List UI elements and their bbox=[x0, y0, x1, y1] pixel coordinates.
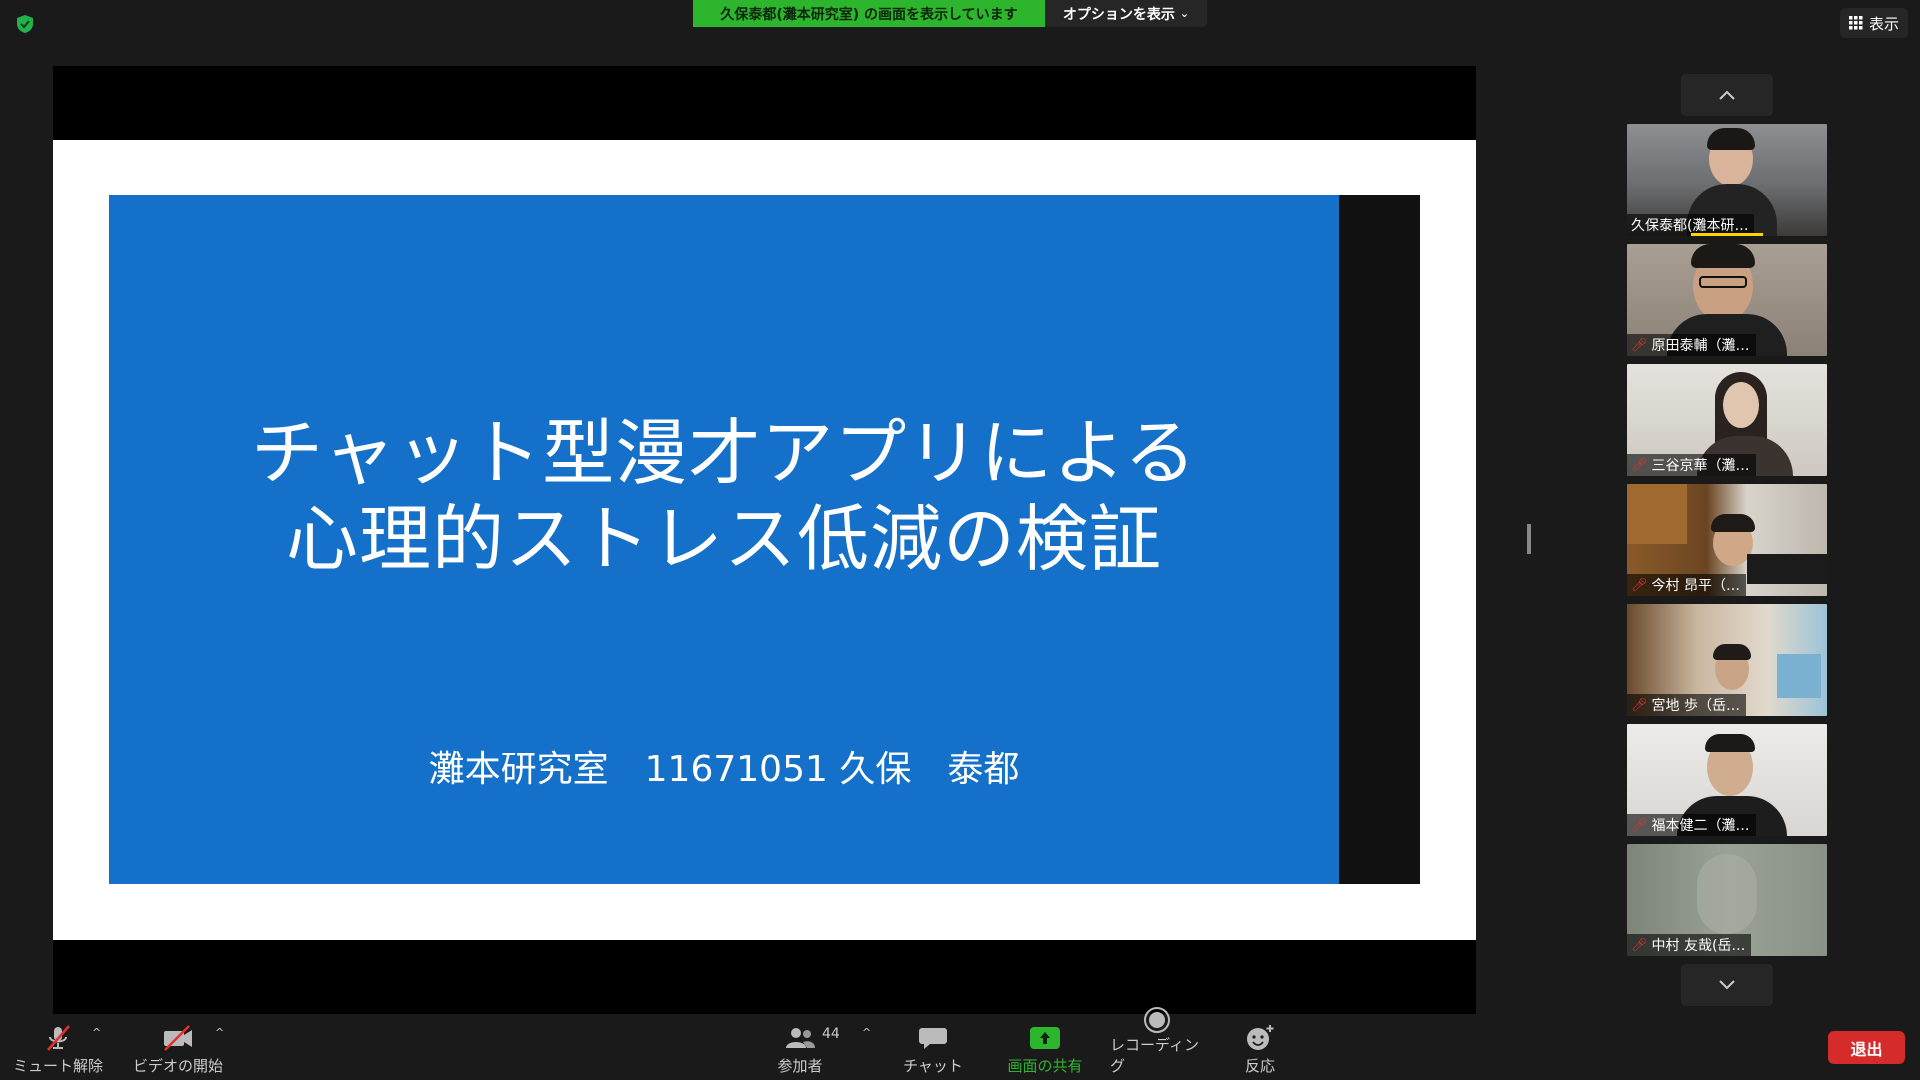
participants-count: 44 bbox=[822, 1026, 840, 1042]
muted-mic-icon: 🎤︎ bbox=[1631, 817, 1648, 833]
share-banner-text: 久保泰都(灘本研究室) の画面を表示しています bbox=[720, 6, 1018, 23]
record-button[interactable]: レコーディング bbox=[1110, 1007, 1204, 1080]
slide-page: チャット型漫才アプリによる 心理的ストレス低減の検証 灘本研究室 1167105… bbox=[53, 140, 1476, 940]
start-video-label: ビデオの開始 bbox=[132, 1057, 223, 1075]
reactions-label: 反応 bbox=[1244, 1057, 1275, 1075]
participant-name: 福本健二（灘… bbox=[1651, 818, 1750, 834]
participant-nameplate: 🎤︎ 三谷京華（灘… bbox=[1627, 454, 1756, 476]
participant-name: 中村 友哉(岳… bbox=[1651, 938, 1746, 954]
video-options-caret[interactable]: ^ bbox=[215, 1026, 224, 1039]
muted-mic-icon: 🎤︎ bbox=[1631, 697, 1648, 713]
chevron-down-icon bbox=[1719, 980, 1735, 990]
participant-name: 今村 昂平（… bbox=[1651, 578, 1740, 594]
scroll-down-button[interactable] bbox=[1681, 964, 1773, 1006]
view-layout-label: 表示 bbox=[1868, 14, 1899, 33]
unmute-label: ミュート解除 bbox=[12, 1057, 103, 1075]
participant-name: 三谷京華（灘… bbox=[1651, 458, 1750, 474]
grid-icon bbox=[1848, 16, 1863, 30]
participant-tile-3[interactable]: 🎤︎ 三谷京華（灘… bbox=[1627, 364, 1827, 476]
muted-mic-icon: 🎤︎ bbox=[1631, 577, 1648, 593]
unmute-button[interactable]: ミュート解除 bbox=[10, 1014, 106, 1080]
record-icon bbox=[1144, 1007, 1170, 1033]
view-layout-button[interactable]: 表示 bbox=[1840, 8, 1908, 38]
view-options-label: オプションを表示 bbox=[1062, 6, 1175, 23]
participant-name: 宮地 歩（岳… bbox=[1651, 698, 1740, 714]
participant-nameplate: 🎤︎ 福本健二（灘… bbox=[1627, 814, 1756, 836]
participants-options-caret[interactable]: ^ bbox=[862, 1026, 871, 1039]
muted-microphone-icon bbox=[47, 1025, 70, 1051]
participant-name: 久保泰都(灘本研… bbox=[1631, 218, 1749, 234]
participant-nameplate: 🎤︎ 宮地 歩（岳… bbox=[1627, 694, 1746, 716]
participant-tile-5[interactable]: 🎤︎ 宮地 歩（岳… bbox=[1627, 604, 1827, 716]
slide-title-line-2: 心理的ストレス低減の検証 bbox=[285, 497, 1162, 581]
add-reaction-icon bbox=[1247, 1025, 1274, 1050]
chat-button[interactable]: チャット bbox=[900, 1014, 966, 1080]
video-off-icon bbox=[164, 1025, 192, 1051]
speaking-indicator bbox=[1691, 233, 1763, 236]
share-screen-label: 画面の共有 bbox=[1007, 1057, 1083, 1075]
participant-tile-4[interactable]: 🎤︎ 今村 昂平（… bbox=[1627, 484, 1827, 596]
participant-tile-1[interactable]: 久保泰都(灘本研… bbox=[1627, 124, 1827, 236]
security-shield-icon[interactable] bbox=[14, 13, 36, 35]
view-options-button[interactable]: オプションを表示 ⌄ bbox=[1045, 0, 1207, 27]
share-screen-icon bbox=[1030, 1027, 1060, 1049]
participants-icon bbox=[786, 1028, 815, 1048]
chevron-up-icon bbox=[1719, 90, 1735, 100]
scroll-up-button[interactable] bbox=[1681, 74, 1773, 116]
participants-label: 参加者 bbox=[777, 1057, 823, 1075]
chat-label: チャット bbox=[903, 1057, 963, 1075]
participant-nameplate: 🎤︎ 今村 昂平（… bbox=[1627, 574, 1746, 596]
panel-resize-handle[interactable] bbox=[1527, 524, 1531, 554]
slide-title-line-1: チャット型漫才アプリによる bbox=[250, 411, 1198, 495]
participant-tile-6[interactable]: 🎤︎ 福本健二（灘… bbox=[1627, 724, 1827, 836]
meeting-toolbar: ミュート解除 ^ ビデオの開始 ^ 参加者 44 ^ チャット 画面の共有 レコ… bbox=[0, 1007, 1920, 1080]
share-screen-button[interactable]: 画面の共有 bbox=[1000, 1014, 1090, 1080]
shared-screen: チャット型漫才アプリによる 心理的ストレス低減の検証 灘本研究室 1167105… bbox=[53, 66, 1476, 1014]
participant-nameplate: 🎤︎ 原田泰輔（灘… bbox=[1627, 334, 1756, 356]
participant-nameplate: 🎤︎ 中村 友哉(岳… bbox=[1627, 934, 1752, 956]
participant-name: 原田泰輔（灘… bbox=[1651, 338, 1750, 354]
muted-mic-icon: 🎤︎ bbox=[1631, 337, 1648, 353]
leave-meeting-button[interactable]: 退出 bbox=[1828, 1031, 1905, 1064]
slide-author: 灘本研究室 11671051 久保 泰都 bbox=[428, 749, 1020, 790]
leave-label: 退出 bbox=[1850, 1039, 1883, 1059]
chevron-down-icon: ⌄ bbox=[1179, 7, 1190, 20]
participant-tile-2[interactable]: 🎤︎ 原田泰輔（灘… bbox=[1627, 244, 1827, 356]
title-slide: チャット型漫才アプリによる 心理的ストレス低減の検証 灘本研究室 1167105… bbox=[109, 195, 1339, 884]
slide-edge bbox=[1339, 195, 1420, 884]
participant-tile-7[interactable]: 🎤︎ 中村 友哉(岳… bbox=[1627, 844, 1827, 956]
participants-button[interactable]: 参加者 bbox=[770, 1014, 830, 1080]
reactions-button[interactable]: 反応 bbox=[1230, 1014, 1290, 1080]
record-label: レコーディング bbox=[1110, 1036, 1199, 1075]
audio-options-caret[interactable]: ^ bbox=[92, 1026, 101, 1039]
screen-share-banner: 久保泰都(灘本研究室) の画面を表示しています bbox=[693, 0, 1045, 27]
muted-mic-icon: 🎤︎ bbox=[1631, 457, 1648, 473]
muted-mic-icon: 🎤︎ bbox=[1631, 937, 1648, 953]
slide-title: チャット型漫才アプリによる 心理的ストレス低減の検証 bbox=[109, 410, 1339, 582]
start-video-button[interactable]: ビデオの開始 bbox=[128, 1014, 228, 1080]
chat-bubble-icon bbox=[919, 1028, 947, 1049]
